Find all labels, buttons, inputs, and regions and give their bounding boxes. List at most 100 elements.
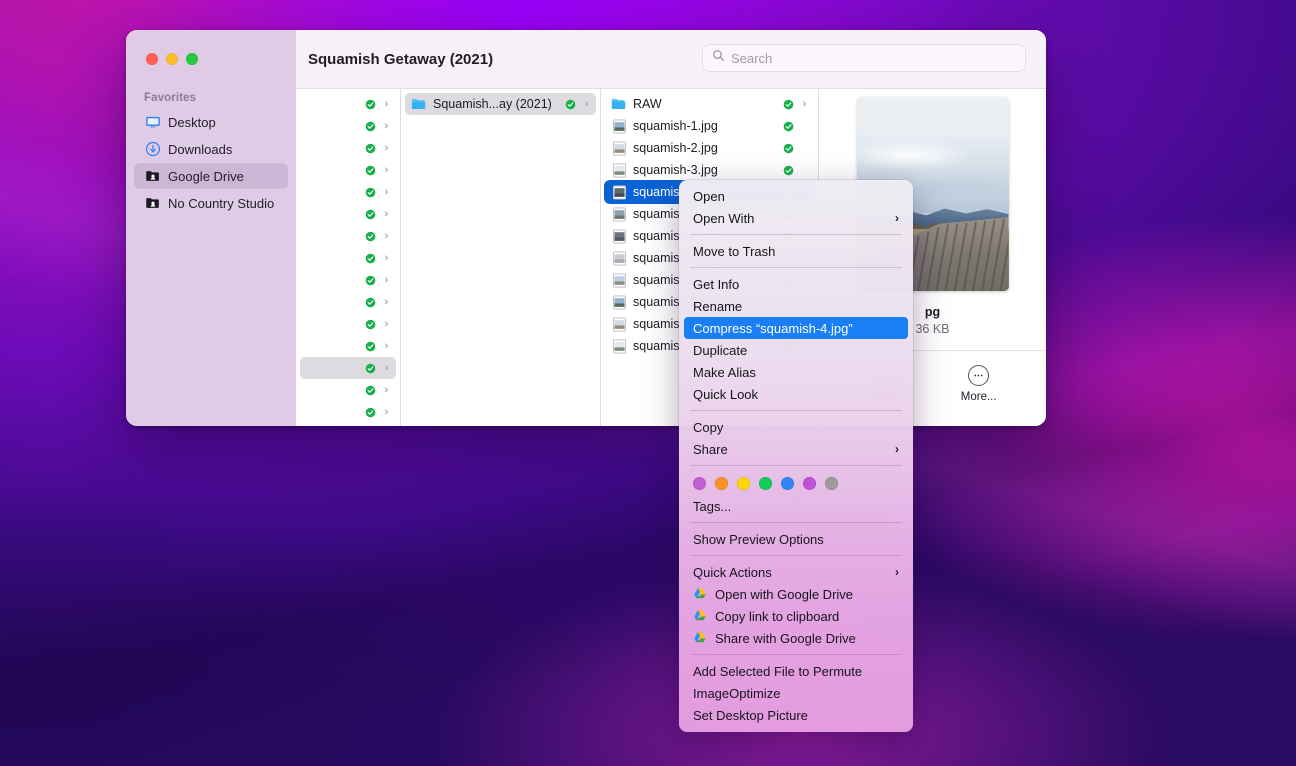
sync-status-icon [365,385,376,396]
menu-item-label: Rename [693,299,899,314]
sync-status-icon [783,99,794,110]
column-browser: ››››››››››››››› Squamish...ay (2021)› RA… [296,88,1046,426]
file-row[interactable]: squamish-2.jpg› [605,137,814,159]
sidebar-item-no-country-studio[interactable]: No Country Studio [134,190,288,216]
image-file-icon [611,118,627,134]
chevron-right-icon: › [382,319,391,330]
sidebar-item-desktop[interactable]: Desktop [134,109,288,135]
tag-color-swatch[interactable] [759,477,772,490]
file-row[interactable]: › [300,313,396,335]
menu-item-make-alias[interactable]: Make Alias [684,361,908,383]
minimize-button[interactable] [166,53,178,65]
tag-color-swatch[interactable] [781,477,794,490]
more-ellipsis-icon [968,365,989,386]
chevron-right-icon: › [382,143,391,154]
file-row[interactable]: Squamish...ay (2021)› [405,93,596,115]
menu-item-label: Move to Trash [693,244,899,259]
tag-color-swatch[interactable] [715,477,728,490]
menu-item-quick-look[interactable]: Quick Look [684,383,908,405]
file-row-label: squamish-1.jpg [633,119,777,133]
sidebar-item-label: No Country Studio [168,196,274,211]
file-row[interactable]: › [300,401,396,423]
tag-color-row[interactable] [679,471,913,495]
column-1[interactable]: ››››››››››››››› [296,89,400,426]
search-input[interactable] [731,51,1016,66]
chevron-right-icon: › [382,341,391,352]
menu-separator [690,555,902,556]
menu-item-open-with-google-drive[interactable]: Open with Google Drive [684,583,908,605]
sync-status-icon [783,121,794,132]
maximize-button[interactable] [186,53,198,65]
tag-color-swatch[interactable] [825,477,838,490]
sync-status-icon [365,341,376,352]
menu-item-copy[interactable]: Copy [684,416,908,438]
menu-item-share[interactable]: Share› [684,438,908,460]
chevron-right-icon: › [895,211,899,225]
more-button[interactable]: More... [961,365,997,403]
folder-shared-icon [144,168,161,185]
menu-item-move-to-trash[interactable]: Move to Trash [684,240,908,262]
file-row[interactable]: squamish-3.jpg› [605,159,814,181]
tag-color-swatch[interactable] [737,477,750,490]
sync-status-icon [365,121,376,132]
file-row[interactable]: › [300,269,396,291]
download-circle-icon [144,141,161,158]
menu-item-tags[interactable]: Tags... [684,495,908,517]
menu-item-open-with[interactable]: Open With› [684,207,908,229]
menu-item-label: Share [693,442,887,457]
sync-status-icon [365,143,376,154]
file-row[interactable]: › [300,291,396,313]
menu-item-quick-actions[interactable]: Quick Actions› [684,561,908,583]
tag-color-swatch[interactable] [693,477,706,490]
file-row[interactable]: › [300,115,396,137]
chevron-right-icon: › [382,385,391,396]
file-row[interactable]: › [300,357,396,379]
menu-item-duplicate[interactable]: Duplicate [684,339,908,361]
preview-cloud-upper [857,140,973,171]
google-drive-icon [693,631,708,645]
close-button[interactable] [146,53,158,65]
menu-item-set-desktop-picture[interactable]: Set Desktop Picture [684,704,908,726]
more-label: More... [961,391,997,403]
menu-item-add-selected-file-to-permute[interactable]: Add Selected File to Permute [684,660,908,682]
sync-status-icon [365,407,376,418]
file-row[interactable]: › [300,247,396,269]
search-icon [712,49,725,67]
context-menu[interactable]: Open Open With› Move to Trash Get Info Renam… [679,180,913,732]
image-file-icon [611,250,627,266]
menu-item-rename[interactable]: Rename [684,295,908,317]
sync-status-icon [783,165,794,176]
menu-item-compress-squamish-4-jpg[interactable]: Compress “squamish-4.jpg” [684,317,908,339]
file-row[interactable]: › [300,181,396,203]
menu-item-label: Open [693,189,899,204]
file-row[interactable]: › [300,203,396,225]
file-row[interactable]: › [300,159,396,181]
column-2[interactable]: Squamish...ay (2021)› [400,89,600,426]
sync-status-icon [365,319,376,330]
sync-status-icon [365,209,376,220]
tag-color-swatch[interactable] [803,477,816,490]
menu-separator [690,654,902,655]
menu-item-share-with-google-drive[interactable]: Share with Google Drive [684,627,908,649]
search-field[interactable] [702,44,1026,72]
file-row[interactable]: squamish-1.jpg› [605,115,814,137]
menu-item-imageoptimize[interactable]: ImageOptimize [684,682,908,704]
sidebar-item-google-drive[interactable]: Google Drive [134,163,288,189]
menu-item-open[interactable]: Open [684,185,908,207]
file-row[interactable]: › [300,225,396,247]
image-file-icon [611,272,627,288]
menu-item-copy-link-to-clipboard[interactable]: Copy link to clipboard [684,605,908,627]
chevron-right-icon: › [382,231,391,242]
file-row[interactable]: › [300,137,396,159]
file-row[interactable]: › [300,379,396,401]
file-row[interactable]: › [300,335,396,357]
sidebar-item-label: Desktop [168,115,216,130]
menu-item-get-info[interactable]: Get Info [684,273,908,295]
sidebar-item-downloads[interactable]: Downloads [134,136,288,162]
image-file-icon [611,140,627,156]
menu-item-show-preview-options[interactable]: Show Preview Options [684,528,908,550]
google-drive-icon [693,587,708,601]
menu-item-label: Open with Google Drive [715,587,899,602]
file-row[interactable]: › [300,93,396,115]
file-row[interactable]: RAW› [605,93,814,115]
